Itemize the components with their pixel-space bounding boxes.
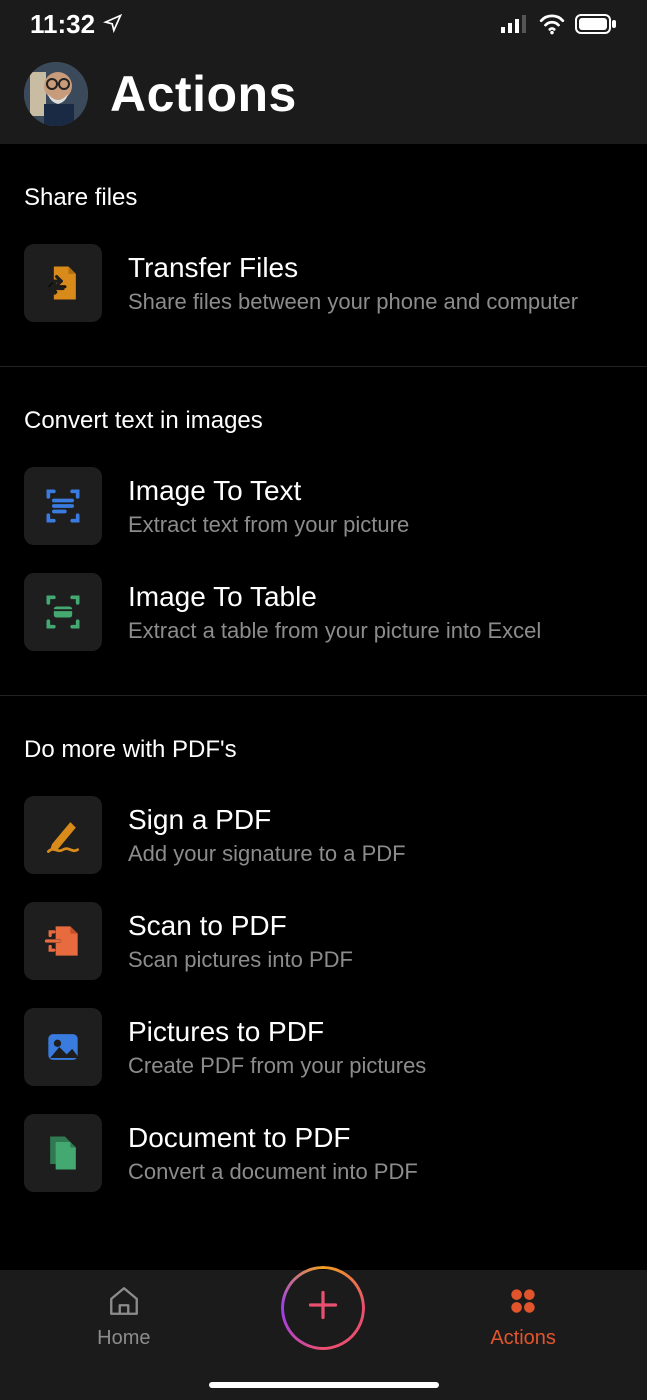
section-pdf: Do more with PDF's Sign a PDF Add your s… [0,696,647,1236]
plus-icon [303,1285,343,1332]
action-title: Image To Table [128,580,541,614]
tab-actions[interactable]: Actions [433,1284,613,1350]
action-transfer-files[interactable]: Transfer Files Share files between your … [0,230,647,336]
action-text: Pictures to PDF Create PDF from your pic… [128,1015,426,1079]
content: Share files Transfer Files Share fil [0,144,647,1236]
action-text: Image To Table Extract a table from your… [128,580,541,644]
status-bar: 11:32 [0,0,647,48]
action-text: Scan to PDF Scan pictures into PDF [128,909,353,973]
section-title: Share files [0,184,647,230]
action-image-to-table[interactable]: Image To Table Extract a table from your… [0,559,647,665]
action-title: Scan to PDF [128,909,353,943]
action-text: Image To Text Extract text from your pic… [128,474,409,538]
action-subtitle: Create PDF from your pictures [128,1053,426,1079]
document-to-pdf-icon [24,1114,102,1192]
action-title: Pictures to PDF [128,1015,426,1049]
actions-icon [506,1284,540,1323]
section-title: Convert text in images [0,407,647,453]
home-indicator[interactable] [209,1382,439,1388]
transfer-files-icon [24,244,102,322]
section-convert-text: Convert text in images Image To Text Ext… [0,367,647,696]
home-icon [107,1284,141,1323]
location-icon [103,9,123,40]
tab-bar: Home Actions [0,1270,647,1400]
action-subtitle: Extract text from your picture [128,512,409,538]
action-scan-to-pdf[interactable]: Scan to PDF Scan pictures into PDF [0,888,647,994]
header: Actions [0,48,647,144]
fab-add[interactable] [281,1266,365,1350]
action-title: Document to PDF [128,1121,418,1155]
tab-label: Actions [490,1327,556,1350]
action-image-to-text[interactable]: Image To Text Extract text from your pic… [0,453,647,559]
action-text: Sign a PDF Add your signature to a PDF [128,803,406,867]
action-subtitle: Scan pictures into PDF [128,947,353,973]
wifi-icon [539,13,565,35]
action-text: Document to PDF Convert a document into … [128,1121,418,1185]
battery-icon [575,14,617,34]
action-title: Image To Text [128,474,409,508]
avatar[interactable] [24,62,88,126]
scan-to-pdf-icon [24,902,102,980]
status-time: 11:32 [30,9,95,40]
pictures-to-pdf-icon [24,1008,102,1086]
action-title: Transfer Files [128,251,578,285]
action-sign-pdf[interactable]: Sign a PDF Add your signature to a PDF [0,782,647,888]
image-to-table-icon [24,573,102,651]
action-text: Transfer Files Share files between your … [128,251,578,315]
action-subtitle: Convert a document into PDF [128,1159,418,1185]
status-left: 11:32 [30,9,123,40]
cellular-icon [501,15,529,33]
action-title: Sign a PDF [128,803,406,837]
sign-pdf-icon [24,796,102,874]
tab-label: Home [97,1327,150,1350]
image-to-text-icon [24,467,102,545]
status-right [501,13,617,35]
action-subtitle: Share files between your phone and compu… [128,289,578,315]
action-subtitle: Extract a table from your picture into E… [128,618,541,644]
section-share-files: Share files Transfer Files Share fil [0,144,647,367]
page-title: Actions [110,65,297,123]
action-document-to-pdf[interactable]: Document to PDF Convert a document into … [0,1100,647,1206]
tab-home[interactable]: Home [34,1284,214,1350]
action-pictures-to-pdf[interactable]: Pictures to PDF Create PDF from your pic… [0,994,647,1100]
action-subtitle: Add your signature to a PDF [128,841,406,867]
section-title: Do more with PDF's [0,736,647,782]
